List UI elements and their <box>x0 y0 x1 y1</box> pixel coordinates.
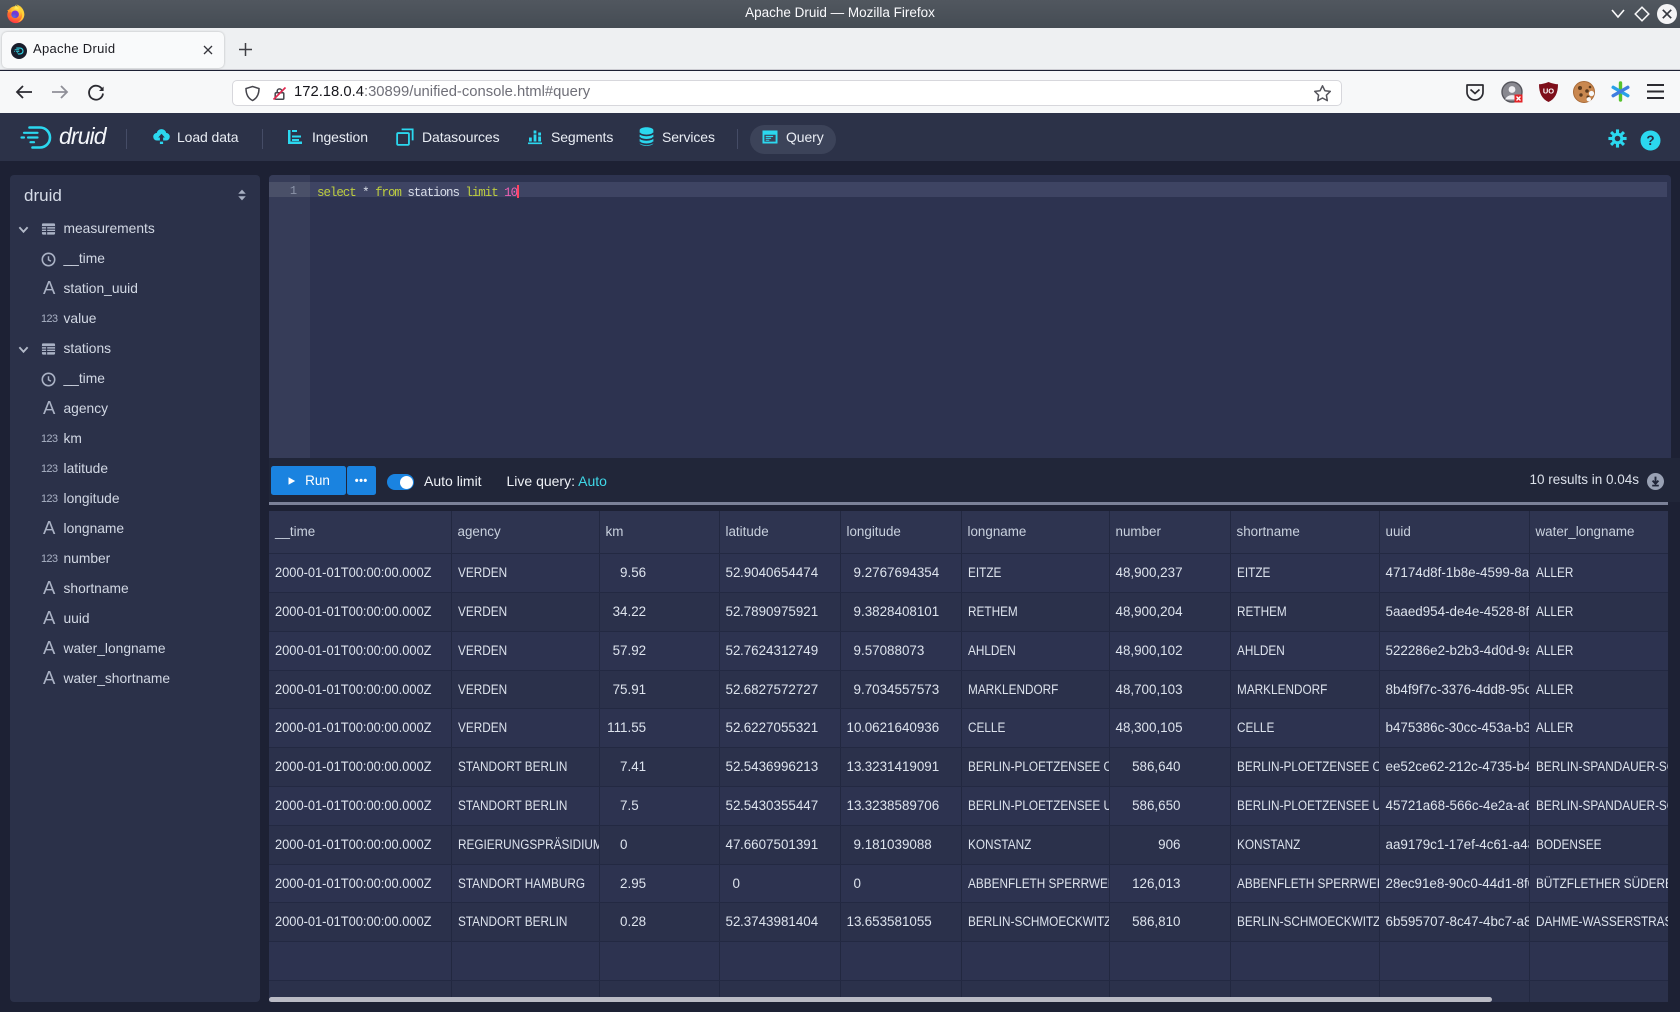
svg-text:UO: UO <box>1543 87 1554 96</box>
svg-text:?: ? <box>1646 133 1654 148</box>
